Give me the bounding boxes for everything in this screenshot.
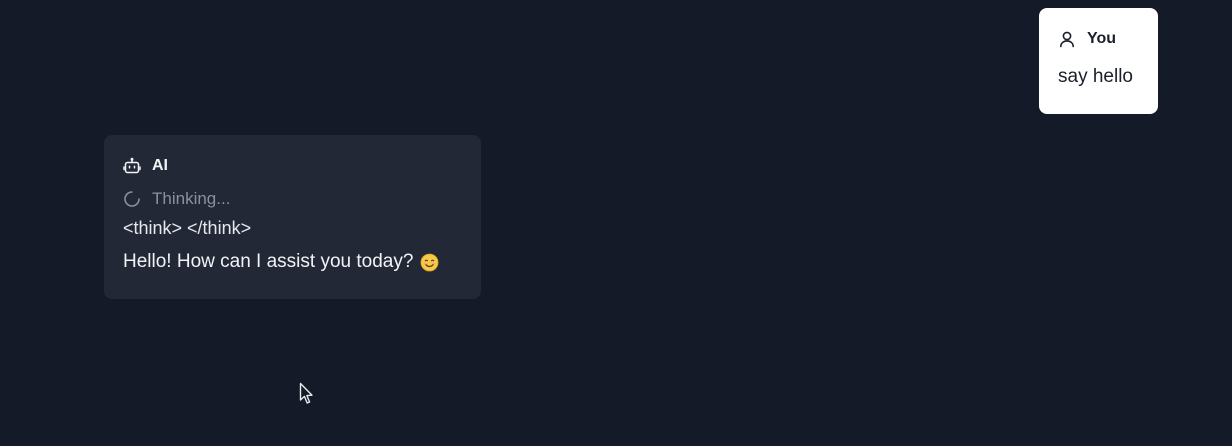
spinner-icon: [123, 190, 141, 208]
ai-author-label: AI: [152, 157, 168, 174]
user-icon: [1058, 30, 1076, 48]
user-author-label: You: [1087, 30, 1117, 47]
ai-message-content: Hello! How can I assist you today?: [123, 251, 481, 273]
robot-icon: [123, 157, 141, 175]
ai-message-header: AI: [123, 155, 481, 177]
user-message-text: say hello: [1058, 66, 1133, 87]
user-message-header: You: [1058, 28, 1158, 50]
smiling-face-emoji: [420, 253, 439, 272]
thinking-status: Thinking...: [123, 189, 481, 209]
ai-message-bubble: AI Thinking... <think> </think> Hello! H…: [104, 135, 481, 299]
ai-message-text: Hello! How can I assist you today?: [123, 251, 414, 272]
thinking-label: Thinking...: [152, 189, 231, 208]
mouse-cursor-icon: [299, 382, 315, 406]
user-message-bubble: You say hello: [1039, 8, 1158, 114]
chat-canvas: You say hello AI Thinking... <think> </t…: [0, 0, 1232, 446]
think-tags-text: <think> </think>: [123, 218, 252, 238]
